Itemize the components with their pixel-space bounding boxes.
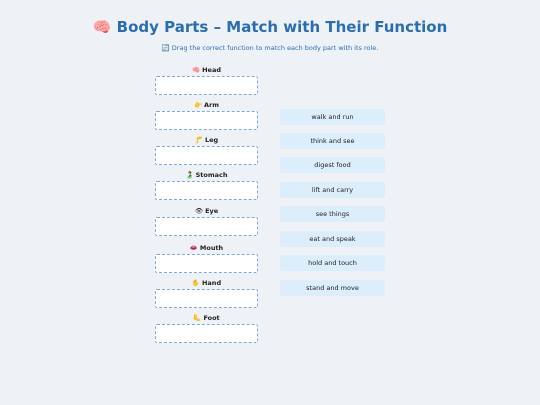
slot-label: 👁 Eye xyxy=(155,207,258,216)
slot-mouth: 👄 Mouth xyxy=(155,244,258,273)
pointing-hand-icon: 👉 xyxy=(193,101,203,109)
function-card[interactable]: see things xyxy=(280,206,385,222)
dropzone-stomach[interactable] xyxy=(155,181,258,200)
slot-label-text: Arm xyxy=(204,101,220,109)
hand-icon: ✋ xyxy=(191,279,200,287)
brain-icon: 🧠 xyxy=(92,18,112,36)
slot-label: 👉 Arm xyxy=(155,101,258,110)
slot-label: 🦵 Leg xyxy=(155,136,258,145)
mouth-icon: 👄 xyxy=(189,244,198,252)
instructions-text: Drag the correct function to match each … xyxy=(171,44,379,52)
slot-stomach: 🫃 Stomach xyxy=(155,171,258,200)
slot-leg: 🦵 Leg xyxy=(155,136,258,165)
slot-label: 🦶 Foot xyxy=(155,314,258,323)
page-title-text: Body Parts – Match with Their Function xyxy=(116,18,448,36)
slot-label: 👄 Mouth xyxy=(155,244,258,253)
function-card[interactable]: digest food xyxy=(280,157,385,173)
slot-hand: ✋ Hand xyxy=(155,279,258,308)
instructions: 🔄 Drag the correct function to match eac… xyxy=(0,44,540,52)
brain-icon: 🧠 xyxy=(192,66,201,74)
dropzone-hand[interactable] xyxy=(155,289,258,308)
stomach-icon: 🫃 xyxy=(185,171,194,179)
slot-label: ✋ Hand xyxy=(155,279,258,288)
dropzone-leg[interactable] xyxy=(155,146,258,165)
dropzone-head[interactable] xyxy=(155,76,258,95)
slot-head: 🧠 Head xyxy=(155,66,258,95)
dropzone-mouth[interactable] xyxy=(155,254,258,273)
function-card[interactable]: hold and touch xyxy=(280,255,385,271)
slot-label-text: Eye xyxy=(205,207,219,215)
slot-eye: 👁 Eye xyxy=(155,207,258,236)
slot-label-text: Stomach xyxy=(195,171,228,179)
slot-arm: 👉 Arm xyxy=(155,101,258,130)
function-card[interactable]: lift and carry xyxy=(280,182,385,198)
slot-label-text: Foot xyxy=(203,314,220,322)
slot-label: 🧠 Head xyxy=(155,66,258,75)
slot-label-text: Head xyxy=(202,66,221,74)
dropzone-foot[interactable] xyxy=(155,324,258,343)
slot-foot: 🦶 Foot xyxy=(155,314,258,343)
slot-label-text: Leg xyxy=(204,136,219,144)
slot-label: 🫃 Stomach xyxy=(155,171,258,180)
eye-icon: 👁 xyxy=(194,207,204,215)
foot-icon: 🦶 xyxy=(193,314,202,322)
function-card[interactable]: stand and move xyxy=(280,280,385,296)
slot-label-text: Mouth xyxy=(199,244,224,252)
slot-label-text: Hand xyxy=(201,279,222,287)
page-title: 🧠 Body Parts – Match with Their Function xyxy=(0,18,540,36)
function-card[interactable]: eat and speak xyxy=(280,231,385,247)
leg-icon: 🦵 xyxy=(194,136,203,144)
dropzone-arm[interactable] xyxy=(155,111,258,130)
function-card[interactable]: walk and run xyxy=(280,109,385,125)
dropzone-eye[interactable] xyxy=(155,217,258,236)
refresh-icon: 🔄 xyxy=(161,44,170,52)
function-card[interactable]: think and see xyxy=(280,133,385,149)
